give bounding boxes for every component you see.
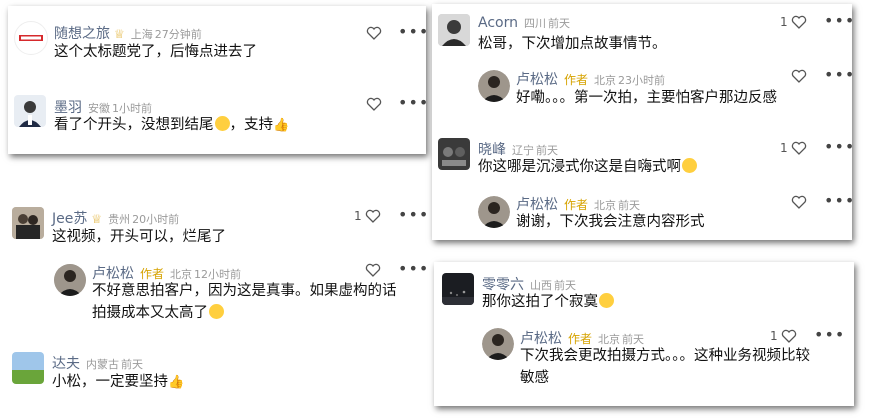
commenter-name[interactable]: 卢松松 [516, 72, 558, 88]
comment-text: 那你这拍了个寂寞 [482, 291, 614, 313]
avatar[interactable] [14, 95, 46, 127]
like-count: 1 [354, 209, 362, 223]
author-tag: 作者 [140, 267, 165, 281]
emoji-icon [209, 304, 224, 319]
more-dots-icon[interactable]: ••• [824, 137, 855, 156]
heart-outline-icon[interactable] [791, 69, 807, 83]
avatar[interactable] [14, 21, 48, 55]
heart-outline-icon[interactable] [365, 209, 381, 223]
commenter-name[interactable]: 达夫 [52, 356, 80, 372]
more-dots-icon[interactable]: ••• [824, 11, 855, 30]
heart-outline-icon[interactable] [781, 329, 797, 343]
like-count: 1 [780, 141, 788, 155]
comment-text: 看了个开头，没想到结尾 ，支持👍 [54, 114, 289, 137]
timestamp: 20小时前 [132, 213, 180, 226]
heart-outline-icon[interactable] [791, 141, 807, 155]
comment-text-line-1: 下次我会更改拍摄方式。。。这种业务视频比较 [520, 348, 810, 364]
avatar[interactable] [12, 207, 44, 239]
like-count: 1 [780, 15, 788, 29]
thumbs-up-icon: 👍 [168, 375, 185, 390]
comment-text-line-1: 不好意思拍客户，因为这是真事。如果虚构的话 [92, 283, 397, 299]
comment-text-line-2: 敏感 [520, 370, 549, 386]
location: 内蒙古 [86, 358, 119, 371]
comment-text: 好嘞。。。第一次拍，主要怕客户那边反感 [516, 90, 777, 106]
commenter-name[interactable]: 随想之旅 [54, 26, 110, 42]
location: 贵州 [108, 213, 131, 226]
avatar[interactable] [442, 273, 474, 305]
comment-text-line-2: 拍摄成本又太高了 [92, 302, 224, 324]
comment-meta: Acorn 四川 前天 [478, 15, 570, 31]
comment-text: 谢谢，下次我会注意内容形式 [516, 214, 705, 230]
comment-text: 松哥，下次增加点故事情节。 [478, 36, 667, 52]
heart-outline-icon[interactable] [365, 263, 381, 277]
avatar[interactable] [438, 138, 470, 170]
heart-outline-icon[interactable] [366, 97, 382, 111]
comment-text: 小松，一定要坚持👍 [52, 371, 184, 394]
location: 北京 [594, 74, 617, 87]
author-tag: 作者 [564, 198, 589, 212]
comment-meta: 随想之旅 ♕ 上海 27分钟前 [54, 23, 202, 43]
crown-badge-icon: ♕ [114, 27, 125, 41]
avatar[interactable] [482, 328, 514, 360]
comment-meta: Jee苏 ♕ 贵州 20小时前 [52, 208, 179, 228]
author-tag: 作者 [568, 332, 593, 346]
more-dots-icon[interactable]: ••• [398, 259, 429, 278]
heart-outline-icon[interactable] [791, 15, 807, 29]
comment-card-1: 随想之旅 ♕ 上海 27分钟前 这个太标题党了，后悔点进去了 ••• 墨羽 安徽 1小时前… [8, 6, 429, 154]
avatar[interactable] [478, 196, 510, 228]
comment-text: 这视频，开头可以，烂尾了 [52, 229, 226, 245]
more-dots-icon[interactable]: ••• [824, 65, 855, 84]
timestamp: 23小时前 [618, 74, 666, 87]
commenter-name[interactable]: Acorn [478, 15, 518, 31]
emoji-icon [599, 293, 614, 308]
location: 四川 [523, 17, 546, 30]
avatar[interactable] [438, 14, 470, 46]
comment-text: 你这哪是沉浸式你这是自嗨式啊 [478, 156, 697, 178]
commenter-name[interactable]: Jee苏 [52, 211, 87, 227]
more-dots-icon[interactable]: ••• [814, 325, 845, 344]
heart-outline-icon[interactable] [791, 195, 807, 209]
avatar[interactable] [478, 70, 510, 102]
more-dots-icon[interactable]: ••• [398, 93, 429, 112]
comment-card-3: Acorn 四川 前天 松哥，下次增加点故事情节。 1 ••• 卢松松 作者 北京 23小… [432, 4, 855, 240]
avatar[interactable] [12, 352, 44, 384]
comment-meta: 卢松松 作者 北京 23小时前 [516, 69, 665, 89]
comment-card-4: 零零六 山西 前天 那你这拍了个寂寞 卢松松 作者 北京 前天 下次我会更改拍摄方式。。。… [434, 262, 854, 406]
timestamp: 27分钟前 [154, 28, 202, 41]
comment-card-2: Jee苏 ♕ 贵州 20小时前 这视频，开头可以，烂尾了 1 ••• 卢松松 作者 北京 1… [6, 192, 429, 412]
crown-badge-icon: ♕ [91, 212, 103, 226]
avatar[interactable] [54, 264, 86, 296]
timestamp: 前天 [121, 358, 143, 371]
comment-meta: 达夫 内蒙古 前天 [52, 353, 143, 373]
like-count: 1 [770, 329, 778, 343]
heart-outline-icon[interactable] [366, 26, 382, 40]
author-tag: 作者 [564, 73, 589, 87]
emoji-icon [682, 158, 697, 173]
thumbs-up-icon: 👍 [273, 118, 290, 133]
comment-text: 这个太标题党了，后悔点进去了 [54, 44, 257, 60]
emoji-icon [214, 116, 230, 131]
location: 上海 [130, 28, 153, 41]
more-dots-icon[interactable]: ••• [398, 205, 429, 224]
more-dots-icon[interactable]: ••• [398, 22, 429, 41]
more-dots-icon[interactable]: ••• [824, 191, 855, 210]
timestamp: 前天 [547, 17, 570, 30]
